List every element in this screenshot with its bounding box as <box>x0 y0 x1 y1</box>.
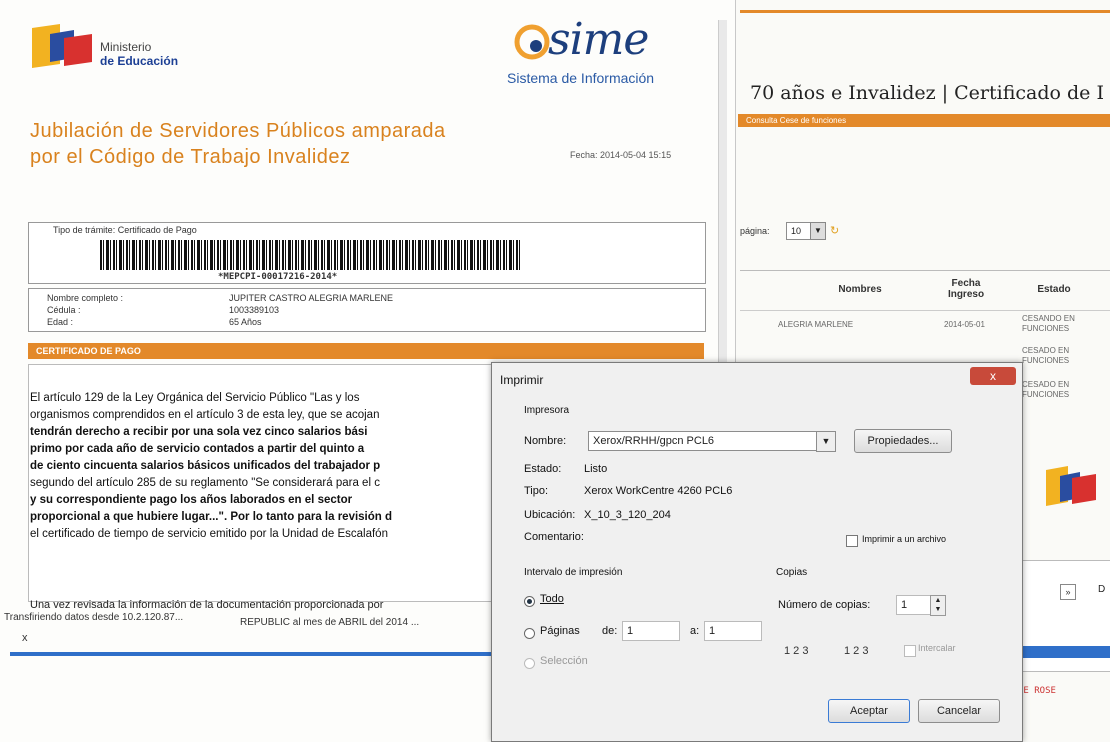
column-header-nombres: Nombres <box>838 284 882 295</box>
range-pages-radio[interactable] <box>524 628 535 639</box>
cancel-button[interactable]: Cancelar <box>918 699 1000 723</box>
field-value-name: JUPITER CASTRO ALEGRIA MARLENE <box>229 293 394 303</box>
barcode-image <box>100 240 520 270</box>
body-paragraph: El artículo 129 de la Ley Orgánica del S… <box>30 390 500 543</box>
range-from-input[interactable]: 1 <box>622 621 680 641</box>
page-title: 70 años e Invalidez | Certificado de I <box>750 82 1104 104</box>
print-to-file-checkbox[interactable] <box>846 535 858 547</box>
body-line: primo por cada año de servicio contados … <box>30 443 365 455</box>
copies-stepper[interactable]: ▲ ▼ <box>930 595 946 616</box>
field-value-edad: 65 Años <box>229 317 262 327</box>
close-icon[interactable]: x <box>22 632 28 644</box>
location-label: Ubicación: <box>524 509 576 521</box>
chevron-down-icon[interactable]: ▼ <box>816 431 836 452</box>
ministry-name: Ministerio de Educación <box>100 40 178 68</box>
trailing-text-2: REPUBLIC al mes de ABRIL del 2014 ... <box>240 617 420 628</box>
print-dialog: Imprimir x Impresora Nombre: Xerox/RRHH/… <box>491 362 1023 742</box>
printer-group-label: Impresora <box>524 405 570 416</box>
ministry-line2: de Educación <box>100 54 179 68</box>
field-value-cedula: 1003389103 <box>229 305 280 315</box>
section-header: CERTIFICADO DE PAGO <box>28 343 704 359</box>
pager-label: página: <box>740 226 770 236</box>
copies-label: Número de copias: <box>778 599 871 611</box>
status-value: Listo <box>584 463 608 475</box>
range-all-label[interactable]: Todo <box>540 593 564 605</box>
column-header-fecha: Fecha Ingreso <box>947 278 985 300</box>
column-header-estado: Estado <box>1037 284 1071 295</box>
table-divider <box>740 270 1110 271</box>
ministry-flag-logo <box>1046 466 1096 506</box>
sime-swirl-logo <box>514 24 550 60</box>
range-selection-radio[interactable] <box>524 658 535 669</box>
location-value: X_10_3_120_204 <box>584 509 671 521</box>
close-button[interactable]: x <box>970 367 1016 385</box>
range-to-label: a: <box>690 625 700 637</box>
chevron-down-icon[interactable]: ▼ <box>810 222 826 240</box>
table-cell-estado: CESANDO EN FUNCIONES <box>1022 314 1075 333</box>
expand-icon[interactable]: » <box>1060 584 1076 600</box>
range-from-label: de: <box>602 625 618 637</box>
body-line: el certificado de tiempo de servicio emi… <box>30 528 388 540</box>
status-bar-text: Transfiriendo datos desde 10.2.120.87... <box>4 612 184 623</box>
body-line: de ciento cincuenta salarios básicos uni… <box>30 460 381 472</box>
blue-bar <box>1022 646 1110 658</box>
printer-select[interactable]: Xerox/RRHH/gpcn PCL6 <box>588 431 820 451</box>
table-cell-nombre: ALEGRIA MARLENE <box>778 320 854 329</box>
collate-label[interactable]: Intercalar <box>918 643 956 653</box>
field-label-name: Nombre completo : <box>47 293 124 303</box>
side-panel-label: D <box>1098 584 1106 595</box>
barcode-text: *MEPCPI-00017216-2014* <box>218 272 338 282</box>
type-value: Xerox WorkCentre 4260 PCL6 <box>584 485 733 497</box>
body-line: y su correspondiente pago los años labor… <box>30 494 353 506</box>
collate-illustration-b: 1 2 3 <box>844 645 869 657</box>
copies-group-label: Copias <box>776 567 808 578</box>
range-to-input[interactable]: 1 <box>704 621 762 641</box>
body-line: organismos comprendidos en el artículo 3… <box>30 409 380 421</box>
comment-label: Comentario: <box>524 531 584 543</box>
document-title: Jubilación de Servidores Públicos ampara… <box>30 120 446 168</box>
sime-subtitle: Sistema de Información <box>507 70 655 86</box>
print-to-file-label[interactable]: Imprimir a un archivo <box>862 534 946 544</box>
top-accent-bar <box>740 10 1110 13</box>
range-pages-label[interactable]: Páginas <box>540 625 580 637</box>
tramite-label: Tipo de trámite: Certificado de Pago <box>53 225 197 235</box>
printer-name-label: Nombre: <box>524 435 567 447</box>
trailing-text: Una vez revisada la información de la do… <box>30 599 384 611</box>
status-label: Estado: <box>524 463 562 475</box>
table-cell-fecha: 2014-05-01 <box>944 320 985 329</box>
field-label-edad: Edad : <box>47 317 74 327</box>
sime-wordmark: sime <box>548 14 649 65</box>
copies-input[interactable]: 1 <box>896 595 932 615</box>
ministry-flag-logo <box>32 24 92 68</box>
range-group-label: Intervalo de impresión <box>524 567 623 578</box>
accept-button[interactable]: Aceptar <box>828 699 910 723</box>
table-divider <box>740 310 1110 311</box>
body-line: proporcional a que hubiere lugar...". Po… <box>30 511 393 523</box>
collate-checkbox[interactable] <box>904 645 916 657</box>
section-bar: Consulta Cese de funciones <box>738 114 1110 127</box>
type-label: Tipo: <box>524 485 549 497</box>
table-cell-estado: CESADO EN FUNCIONES <box>1022 346 1070 365</box>
red-text: NE ROSE <box>1018 686 1056 696</box>
table-cell-estado: CESADO EN FUNCIONES <box>1022 380 1070 399</box>
document-date: Fecha: 2014-05-04 15:15 <box>570 150 672 160</box>
personal-info-box: Nombre completo : JUPITER CASTRO ALEGRIA… <box>28 288 706 332</box>
body-line: segundo del artículo 285 de su reglament… <box>30 477 380 489</box>
body-line: tendrán derecho a recibir por una sola v… <box>30 426 368 438</box>
ministry-line1: Ministerio <box>100 40 152 54</box>
properties-button[interactable]: Propiedades... <box>854 429 952 453</box>
refresh-icon[interactable]: ↻ <box>830 224 839 237</box>
progress-bar <box>10 652 495 656</box>
range-selection-label[interactable]: Selección <box>540 655 588 667</box>
body-line: El artículo 129 de la Ley Orgánica del S… <box>30 392 360 404</box>
field-label-cedula: Cédula : <box>47 305 81 315</box>
collate-illustration-a: 1 2 3 <box>784 645 809 657</box>
range-all-radio[interactable] <box>524 596 535 607</box>
dialog-title: Imprimir <box>500 373 544 387</box>
